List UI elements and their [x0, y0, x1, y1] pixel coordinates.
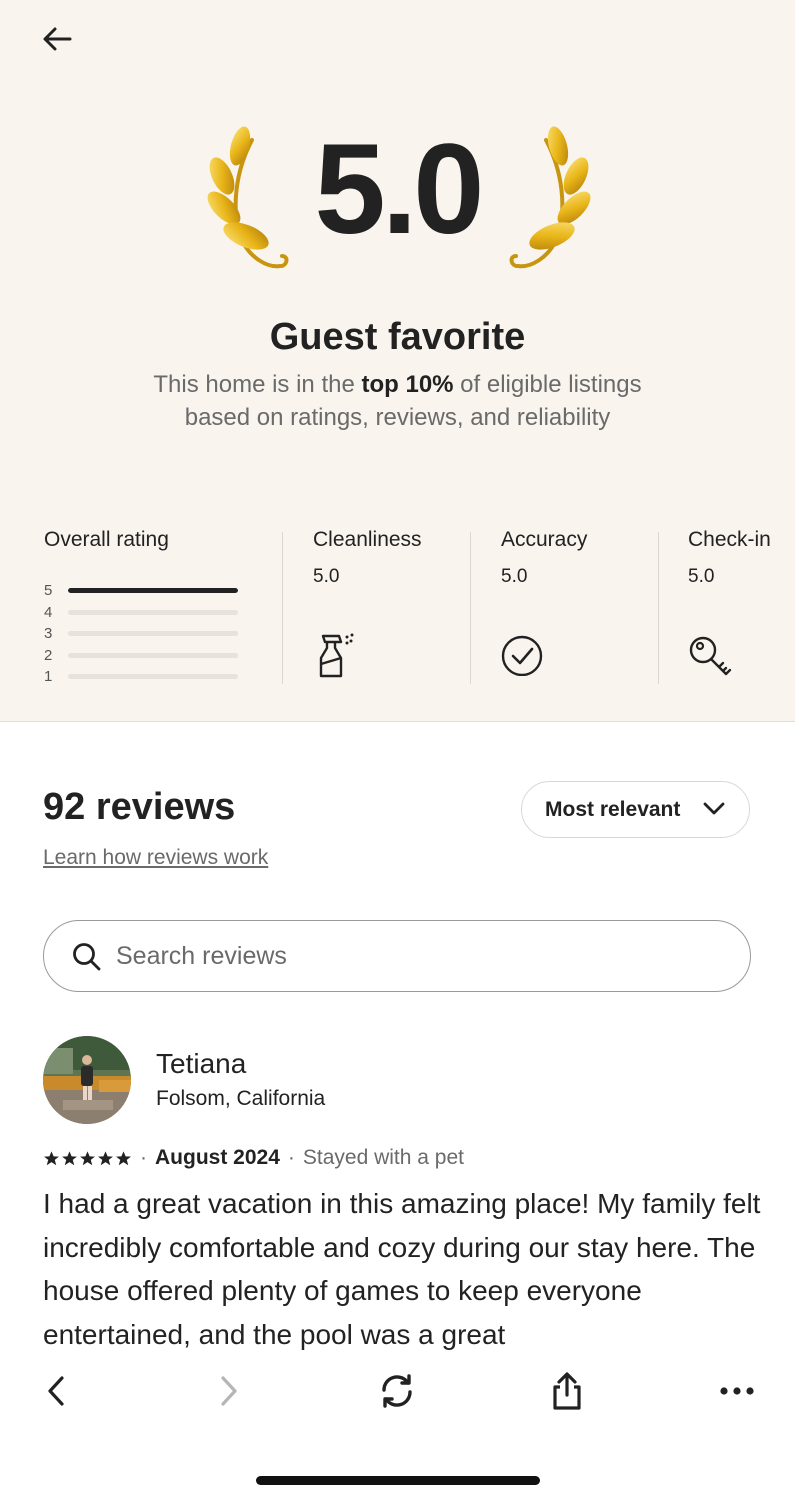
spray-bottle-icon	[319, 633, 354, 678]
forward-chevron-icon	[221, 1376, 237, 1406]
chevron-down-icon	[703, 802, 725, 815]
reviews-count: 92 reviews	[43, 786, 236, 828]
more-icon	[720, 1387, 754, 1395]
guest-favorite-description: This home is in the top 10% of eligible …	[0, 368, 795, 434]
category-value: 5.0	[313, 566, 340, 587]
home-indicator	[256, 1476, 540, 1485]
rating-bar-label: 1	[44, 668, 53, 686]
desc-highlight: top 10%	[361, 371, 454, 398]
star-icon	[116, 1150, 131, 1165]
meta-separator: ·	[140, 1146, 147, 1169]
search-reviews-input[interactable]	[116, 935, 716, 977]
rating-bar-row: 5	[44, 580, 244, 602]
rating-bar-track	[68, 588, 238, 594]
rating-bar-label: 2	[44, 646, 53, 664]
rating-bar-fill	[68, 588, 238, 594]
browser-forward-button[interactable]	[201, 1368, 257, 1414]
browser-back-button[interactable]	[28, 1368, 84, 1414]
review-date: August 2024	[155, 1146, 280, 1169]
guest-favorite-title: Guest favorite	[269, 316, 526, 358]
laurel-right-icon	[509, 126, 591, 269]
reviewer-location: Folsom, California	[156, 1087, 326, 1110]
desc-text-3: based on ratings, reviews, and reliabili…	[184, 404, 611, 431]
rating-bar-row: 4	[44, 602, 244, 624]
star-icon	[80, 1150, 95, 1165]
category-title: Cleanliness	[313, 528, 422, 551]
back-chevron-icon	[48, 1376, 64, 1406]
category-cleanliness: Cleanliness 5.0	[313, 528, 463, 684]
star-icon	[44, 1150, 59, 1165]
rating-bar-row: 2	[44, 645, 244, 667]
category-title: Accuracy	[501, 528, 588, 551]
column-divider	[470, 532, 471, 684]
rating-bar-row: 1	[44, 666, 244, 688]
rating-bar-track	[68, 609, 238, 615]
key-icon	[689, 636, 732, 676]
meta-separator: ·	[287, 1146, 295, 1169]
rating-bar-track	[68, 631, 238, 637]
share-button[interactable]	[539, 1368, 595, 1414]
reviewer-photo	[43, 1036, 131, 1124]
back-arrow-icon	[43, 27, 72, 51]
rating-distribution: 5 4 3 2 1	[44, 580, 244, 688]
review-meta: · August 2024 · Stayed with a pet	[43, 1146, 464, 1170]
rating-bar-label: 5	[44, 582, 53, 600]
category-value: 5.0	[501, 566, 528, 587]
check-circle-icon	[501, 635, 543, 676]
category-check-in: Check-in 5.0	[688, 528, 795, 684]
reload-button[interactable]	[369, 1368, 425, 1414]
reviewer-name[interactable]: Tetiana	[156, 1048, 246, 1080]
search-icon	[73, 943, 101, 971]
learn-how-reviews-work-link[interactable]: Learn how reviews work	[43, 846, 268, 870]
star-icon	[62, 1150, 77, 1165]
rating-bar-track	[68, 674, 238, 680]
sort-dropdown-label: Most relevant	[545, 797, 681, 821]
star-rating	[43, 1150, 132, 1167]
category-accuracy: Accuracy 5.0	[501, 528, 651, 684]
more-options-button[interactable]	[709, 1368, 765, 1414]
desc-text-2: of eligible listings	[453, 371, 642, 398]
sort-dropdown[interactable]: Most relevant	[521, 781, 750, 838]
column-divider	[282, 532, 283, 684]
star-icon	[98, 1150, 113, 1165]
back-button[interactable]	[36, 22, 78, 56]
rating-bar-label: 3	[44, 625, 53, 643]
search-reviews-box[interactable]	[43, 920, 751, 992]
review-text: I had a great vacation in this amazing p…	[43, 1188, 761, 1350]
rating-bar-label: 4	[44, 603, 53, 621]
category-value: 5.0	[688, 566, 715, 587]
rating-bar-track	[68, 652, 238, 658]
overall-score: 5.0	[314, 118, 485, 261]
column-divider	[658, 532, 659, 684]
ratings-summary: Overall rating 5 4 3 2 1 Cleanliness 5.0…	[0, 528, 795, 688]
category-title: Check-in	[688, 528, 771, 551]
overall-rating-title: Overall rating	[44, 528, 169, 551]
reload-icon	[382, 1374, 412, 1408]
reviewer-avatar[interactable]	[43, 1036, 131, 1124]
rating-bar-row: 3	[44, 623, 244, 645]
desc-text-1: This home is in the	[153, 371, 362, 398]
share-icon	[553, 1372, 581, 1410]
guest-favorite-hero: 5.0 Guest favorite This home is in the t…	[0, 0, 795, 722]
stay-type: Stayed with a pet	[302, 1146, 464, 1169]
